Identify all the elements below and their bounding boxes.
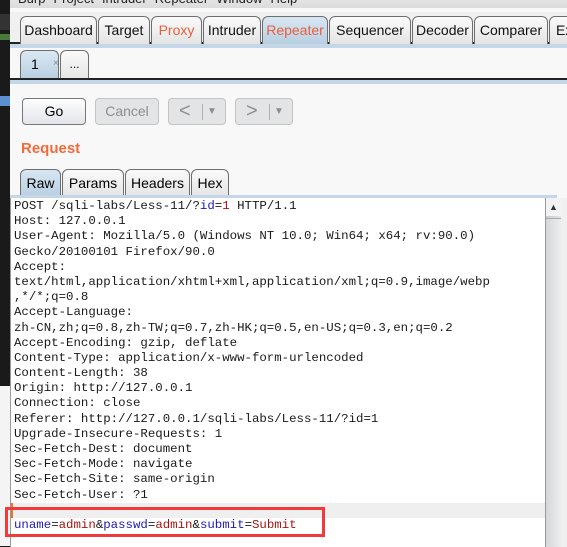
desktop-window-fragment bbox=[0, 386, 10, 546]
menu-bar: Burp Project Intruder Repeater Window He… bbox=[10, 0, 567, 8]
scroll-thumb[interactable] bbox=[546, 218, 561, 547]
desktop-icon bbox=[0, 14, 10, 30]
header-line: text/html,application/xhtml+xml,applicat… bbox=[14, 274, 490, 289]
header-line: Content-Type: application/x-www-form-url… bbox=[14, 350, 364, 365]
header-line: Connection: close bbox=[14, 396, 141, 411]
divider bbox=[269, 104, 270, 120]
menu-burp[interactable]: Burp bbox=[18, 0, 45, 8]
chevron-right-icon: > bbox=[246, 100, 258, 122]
header-line: Origin: http://127.0.0.1 bbox=[14, 381, 193, 396]
tab-extender[interactable]: Ex bbox=[549, 16, 567, 44]
tab-dashboard[interactable]: Dashboard bbox=[20, 16, 97, 44]
dropdown-arrow-icon[interactable]: ▼ bbox=[207, 99, 217, 125]
method-path: POST /sqli-labs/Less-11/? bbox=[14, 199, 200, 213]
panel-edge bbox=[561, 198, 567, 547]
ampersand: & bbox=[192, 517, 200, 532]
tab-intruder[interactable]: Intruder bbox=[203, 16, 261, 44]
menu-window[interactable]: Window bbox=[216, 0, 262, 8]
dropdown-arrow-icon[interactable]: ▼ bbox=[274, 99, 284, 125]
header-line: Content-Length: 38 bbox=[14, 366, 148, 381]
body-param-key: submit bbox=[199, 517, 245, 532]
vertical-scrollbar[interactable]: ▲ bbox=[545, 198, 561, 547]
tab-proxy[interactable]: Proxy bbox=[151, 16, 202, 44]
desktop-icon bbox=[0, 34, 10, 40]
go-button[interactable]: Go bbox=[22, 98, 86, 125]
tab-repeater[interactable]: Repeater bbox=[262, 16, 328, 44]
body-param-key: uname bbox=[14, 517, 52, 532]
header-line: Sec-Fetch-User: ?1 bbox=[14, 487, 148, 502]
tab-comparer[interactable]: Comparer bbox=[474, 16, 548, 44]
body-param-value: admin bbox=[58, 517, 96, 532]
tab-sequencer[interactable]: Sequencer bbox=[329, 16, 411, 44]
close-icon[interactable]: × bbox=[53, 51, 59, 77]
forward-button[interactable]: > ▼ bbox=[235, 98, 293, 125]
desktop-background-strip bbox=[0, 0, 10, 547]
main-tab-bar: Dashboard Target Proxy Intruder Repeater… bbox=[10, 12, 567, 44]
menu-help[interactable]: Help bbox=[270, 0, 297, 8]
body-param-value: Submit bbox=[252, 517, 297, 532]
menu-repeater[interactable]: Repeater bbox=[155, 0, 208, 8]
header-line: User-Agent: Mozilla/5.0 (Windows NT 10.0… bbox=[14, 229, 476, 244]
header-line: Accept-Language: bbox=[14, 305, 133, 320]
request-body: uname=admin&passwd=admin&submit=Submit bbox=[14, 518, 545, 533]
tab-hex[interactable]: Hex bbox=[191, 169, 229, 197]
header-line: Host: 127.0.0.1 bbox=[14, 214, 126, 229]
tab-target[interactable]: Target bbox=[98, 16, 150, 44]
tab-raw[interactable]: Raw bbox=[20, 169, 61, 197]
burp-window: Burp Project Intruder Repeater Window He… bbox=[10, 0, 567, 547]
divider bbox=[10, 80, 567, 84]
text-cursor bbox=[11, 502, 13, 518]
header-line: Accept-Encoding: gzip, deflate bbox=[14, 335, 238, 350]
body-param-key: passwd bbox=[103, 517, 148, 532]
body-param-value: admin bbox=[155, 517, 193, 532]
header-line: Sec-Fetch-Mode: navigate bbox=[14, 457, 193, 472]
chevron-left-icon: < bbox=[179, 100, 191, 122]
cancel-button[interactable]: Cancel bbox=[95, 98, 159, 125]
back-button[interactable]: < ▼ bbox=[168, 98, 226, 125]
request-line: POST /sqli-labs/Less-11/?id=1 HTTP/1.1 bbox=[14, 199, 545, 214]
scroll-up-arrow-icon[interactable]: ▲ bbox=[546, 198, 561, 216]
equals-sign: = bbox=[244, 517, 252, 532]
new-tab-button[interactable]: ... bbox=[60, 50, 89, 78]
divider bbox=[202, 104, 203, 120]
tab-headers[interactable]: Headers bbox=[125, 169, 190, 197]
blank-line bbox=[11, 502, 545, 518]
repeater-tab-1[interactable]: 1 × bbox=[20, 50, 59, 78]
request-title: Request bbox=[21, 140, 81, 157]
header-line: Referer: http://127.0.0.1/sqli-labs/Less… bbox=[14, 411, 379, 426]
header-line: Gecko/20100101 Firefox/90.0 bbox=[14, 244, 215, 259]
repeater-tab-label: 1 bbox=[31, 56, 39, 72]
menu-intruder[interactable]: Intruder bbox=[102, 0, 147, 8]
menu-project[interactable]: Project bbox=[53, 0, 93, 8]
repeater-tab-bar: 1 × ... bbox=[10, 48, 567, 80]
desktop-icon bbox=[0, 96, 10, 106]
query-param-value: 1 bbox=[222, 199, 230, 213]
tab-params[interactable]: Params bbox=[62, 169, 124, 197]
request-editor[interactable]: POST /sqli-labs/Less-11/?id=1 HTTP/1.1 Ho… bbox=[10, 198, 545, 547]
header-line: ,*/*;q=0.8 bbox=[14, 290, 89, 305]
header-line: Sec-Fetch-Dest: document bbox=[14, 442, 193, 456]
header-line: zh-CN,zh;q=0.8,zh-TW;q=0.7,zh-HK;q=0.5,e… bbox=[14, 320, 453, 335]
request-view-tabs: Raw Params Headers Hex bbox=[10, 168, 557, 198]
query-param-key: id bbox=[199, 199, 215, 213]
header-line: Upgrade-Insecure-Requests: 1 bbox=[14, 426, 223, 441]
equals-sign: = bbox=[51, 517, 59, 532]
header-line: Sec-Fetch-Site: same-origin bbox=[14, 472, 215, 487]
header-line: Accept: bbox=[14, 259, 67, 274]
http-version: HTTP/1.1 bbox=[229, 199, 297, 213]
tab-decoder[interactable]: Decoder bbox=[412, 16, 473, 44]
